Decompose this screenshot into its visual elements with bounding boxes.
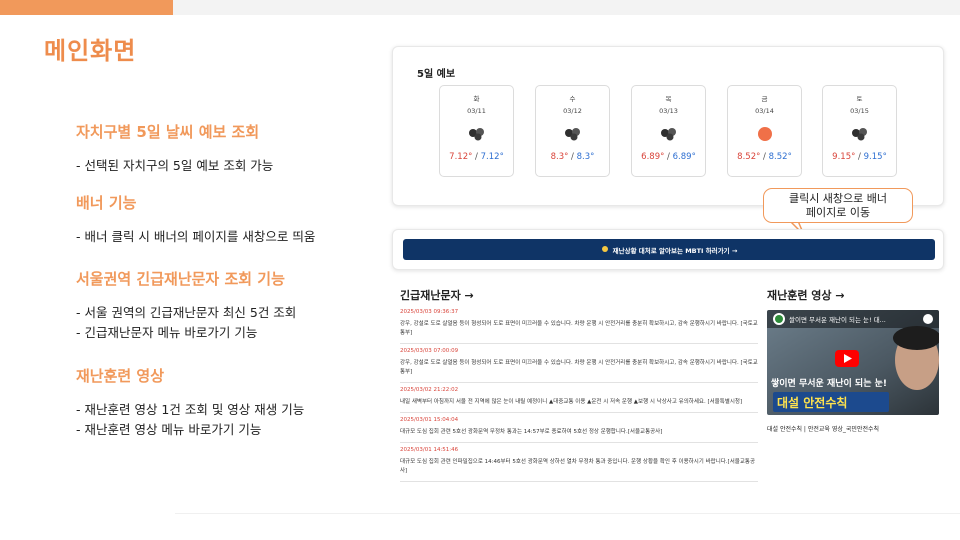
banner-label: 재난상황 대처로 알아보는 MBTI 하러가기 → <box>612 246 738 255</box>
alert-time: 2025/03/03 09:36:37 <box>400 309 459 315</box>
feature-title: 자치구별 5일 날씨 예보 조회 <box>76 123 260 141</box>
forecast-card: 5일 예보 화 03/11 7.12° / 7.12° 수 03/12 8.3°… <box>392 46 944 206</box>
day-temp: 8.52° / 8.52° <box>737 152 792 162</box>
feature-title: 서울권역 긴급재난문자 조회 기능 <box>76 270 285 288</box>
alert-item: 2025/03/03 09:36:37 강우, 강설로 도로 살얼음 등이 형성… <box>400 305 758 344</box>
day-name: 목 <box>665 95 672 103</box>
sun-icon <box>601 245 609 255</box>
feature-item: 재난훈련 영상 1건 조회 및 영상 재생 기능 <box>76 400 304 420</box>
video-thumbnail[interactable]: 쌀이면 무서운 재난이 되는 눈! 대... 쌓이면 무서운 재난이 되는 눈!… <box>767 310 939 415</box>
forecast-day: 화 03/11 7.12° / 7.12° <box>439 85 514 177</box>
alerts-title-link[interactable]: 긴급재난문자 → <box>400 287 474 303</box>
cloud-icon <box>847 125 873 143</box>
alert-list: 2025/03/03 09:36:37 강우, 강설로 도로 살얼음 등이 형성… <box>400 305 758 482</box>
feature-forecast: 자치구별 5일 날씨 예보 조회 선택된 자치구의 5일 예보 조회 가능 <box>76 121 273 176</box>
forecast-day: 수 03/12 8.3° / 8.3° <box>535 85 610 177</box>
day-name: 수 <box>569 95 576 103</box>
feature-title: 재난훈련 영상 <box>76 367 165 385</box>
day-temp: 7.12° / 7.12° <box>449 152 504 162</box>
video-subtitle: 쌓이면 무서운 재난이 되는 눈! <box>771 379 887 389</box>
cloud-icon <box>656 125 682 143</box>
slide: 메인화면 자치구별 5일 날씨 예보 조회 선택된 자치구의 5일 예보 조회 … <box>0 0 960 540</box>
video-top-title: 쌀이면 무서운 재난이 되는 눈! 대... <box>789 316 886 324</box>
day-date: 03/14 <box>755 107 774 115</box>
feature-desc: 선택된 자치구의 5일 예보 조회 가능 <box>76 156 273 176</box>
feature-item: 배너 클릭 시 배너의 페이지를 새창으로 띄움 <box>76 227 315 247</box>
alert-message: 내일 새벽부터 아침까지 서울 전 지역에 많은 눈이 내릴 예정이니 ▲대중교… <box>400 399 743 405</box>
video-caption: 대설 안전수칙 | 안전교육 영상_국민안전수칙 <box>767 426 880 433</box>
feature-alerts: 서울권역 긴급재난문자 조회 기능 서울 권역의 긴급재난문자 최신 5건 조회… <box>76 268 296 343</box>
feature-desc: 배너 클릭 시 배너의 페이지를 새창으로 띄움 <box>76 227 315 247</box>
feature-item: 긴급재난문자 메뉴 바로가기 기능 <box>76 323 296 343</box>
page-title: 메인화면 <box>44 37 137 65</box>
feature-item: 재난훈련 영상 메뉴 바로가기 기능 <box>76 420 304 440</box>
day-temp: 6.89° / 6.89° <box>641 152 696 162</box>
alert-message: 대규모 도심 집회 관련 인파밀집으로 14:46부터 5호선 광화문역 상하선… <box>400 459 756 474</box>
feature-video: 재난훈련 영상 재난훈련 영상 1건 조회 및 영상 재생 기능 재난훈련 영상… <box>76 365 304 440</box>
day-temp: 8.3° / 8.3° <box>550 152 595 162</box>
feature-item: 서울 권역의 긴급재난문자 최신 5건 조회 <box>76 303 296 323</box>
video-big-title: 대설 안전수칙 <box>777 396 848 410</box>
day-date: 03/12 <box>563 107 582 115</box>
alert-item: 2025/03/01 14:51:46 대규모 도심 집회 관련 인파밀집으로 … <box>400 443 758 482</box>
alert-time: 2025/03/01 14:51:46 <box>400 447 459 453</box>
top-accent-bar <box>0 0 173 15</box>
feature-item: 선택된 자치구의 5일 예보 조회 가능 <box>76 156 273 176</box>
banner-button[interactable]: 재난상황 대처로 알아보는 MBTI 하러가기 → <box>403 239 935 260</box>
alert-time: 2025/03/01 15:04:04 <box>400 417 459 423</box>
video-title-link[interactable]: 재난훈련 영상 → <box>767 287 845 303</box>
callout-line: 클릭시 새창으로 배너 <box>788 192 888 205</box>
alert-message: 강우, 강설로 도로 살얼음 등이 형성되어 도로 표면이 미끄러울 수 있습니… <box>400 321 758 336</box>
alert-message: 강우, 강설로 도로 살얼음 등이 형성되어 도로 표면이 미끄러울 수 있습니… <box>400 360 758 375</box>
forecast-day: 금 03/14 8.52° / 8.52° <box>727 85 802 177</box>
day-temp: 9.15° / 9.15° <box>832 152 887 162</box>
day-date: 03/13 <box>659 107 678 115</box>
callout-line: 페이지로 이동 <box>805 206 871 219</box>
alert-time: 2025/03/02 21:22:02 <box>400 387 459 393</box>
feature-desc: 서울 권역의 긴급재난문자 최신 5건 조회 긴급재난문자 메뉴 바로가기 기능 <box>76 303 296 343</box>
sun-icon <box>752 125 778 143</box>
day-name: 토 <box>856 95 863 103</box>
feature-banner: 배너 기능 배너 클릭 시 배너의 페이지를 새창으로 띄움 <box>76 192 315 247</box>
callout: 클릭시 새창으로 배너 페이지로 이동 <box>763 188 913 223</box>
alert-item: 2025/03/01 15:04:04 대규모 도심 집회 관련 5호선 광화문… <box>400 413 758 443</box>
banner-card: 재난상황 대처로 알아보는 MBTI 하러가기 → <box>392 229 944 270</box>
divider <box>175 513 960 514</box>
feature-title: 배너 기능 <box>76 194 137 212</box>
alert-message: 대규모 도심 집회 관련 5호선 광화문역 무정차 통과는 14:57부로 종료… <box>400 429 663 435</box>
cloud-icon <box>464 125 490 143</box>
day-name: 금 <box>761 95 768 103</box>
forecast-day: 토 03/15 9.15° / 9.15° <box>822 85 897 177</box>
forecast-day: 목 03/13 6.89° / 6.89° <box>631 85 706 177</box>
cloud-icon <box>560 125 586 143</box>
day-name: 화 <box>473 95 480 103</box>
alert-time: 2025/03/03 07:00:09 <box>400 348 459 354</box>
day-date: 03/15 <box>850 107 869 115</box>
forecast-heading: 5일 예보 <box>417 69 456 80</box>
alert-item: 2025/03/02 21:22:02 내일 새벽부터 아침까지 서울 전 지역… <box>400 383 758 413</box>
top-gray-bar <box>173 0 960 15</box>
feature-desc: 재난훈련 영상 1건 조회 및 영상 재생 기능 재난훈련 영상 메뉴 바로가기… <box>76 400 304 440</box>
alert-item: 2025/03/03 07:00:09 강우, 강설로 도로 살얼음 등이 형성… <box>400 344 758 383</box>
day-date: 03/11 <box>467 107 486 115</box>
